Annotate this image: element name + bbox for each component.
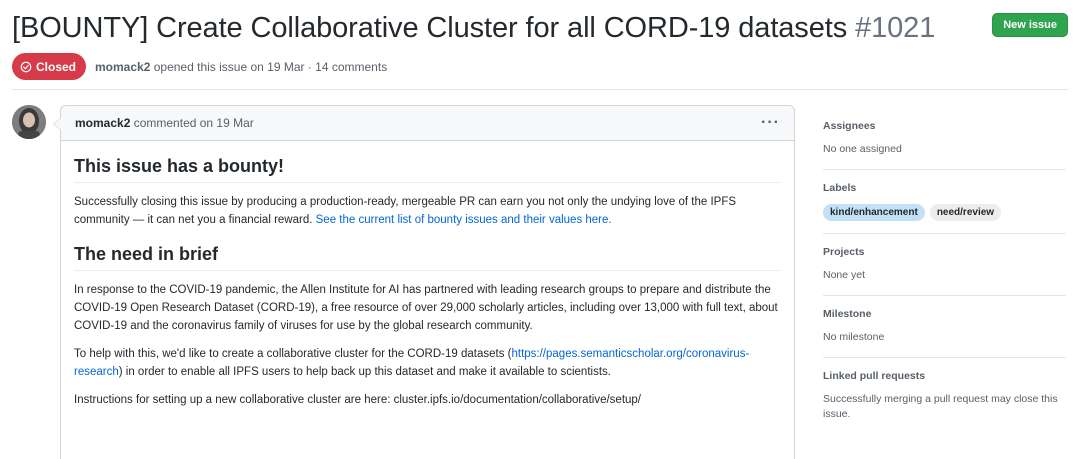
linked-prs-section: Linked pull requests Successfully mergin… bbox=[823, 370, 1066, 434]
projects-section: Projects None yet bbox=[823, 246, 1066, 296]
comment-body: This issue has a bounty! Successfully cl… bbox=[61, 141, 794, 409]
linked-prs-value: Successfully merging a pull request may … bbox=[823, 393, 1058, 420]
kebab-menu-icon[interactable]: ··· bbox=[761, 115, 780, 131]
help-paragraph: To help with this, we'd like to create a… bbox=[74, 345, 781, 381]
bounty-paragraph: Successfully closing this issue by produ… bbox=[74, 193, 781, 229]
help-text-after: ) in order to enable all IPFS users to h… bbox=[118, 366, 611, 378]
issue-title-text: [BOUNTY] Create Collaborative Cluster fo… bbox=[12, 12, 848, 44]
title-row: [BOUNTY] Create Collaborative Cluster fo… bbox=[12, 8, 1068, 48]
issue-title: [BOUNTY] Create Collaborative Cluster fo… bbox=[12, 8, 935, 48]
issue-meta-row: Closed momack2 opened this issue on 19 M… bbox=[12, 53, 1068, 80]
issue-header: [BOUNTY] Create Collaborative Cluster fo… bbox=[12, 8, 1068, 80]
avatar[interactable] bbox=[12, 105, 46, 139]
need-paragraph: In response to the COVID-19 pandemic, th… bbox=[74, 284, 778, 332]
issue-sidebar: Assignees No one assigned Labels kind/en… bbox=[823, 120, 1066, 446]
comment-meta: momack2 commented on 19 Mar bbox=[75, 116, 254, 130]
state-badge: Closed bbox=[12, 53, 87, 80]
issue-number: #1021 bbox=[855, 12, 936, 44]
label-need-review[interactable]: need/review bbox=[929, 204, 1002, 221]
issue-comment: momack2 commented on 19 Mar ··· This iss… bbox=[53, 105, 795, 459]
new-issue-button[interactable]: New issue bbox=[992, 13, 1068, 37]
projects-heading[interactable]: Projects bbox=[823, 246, 1066, 258]
bounty-list-link[interactable]: See the current list of bounty issues an… bbox=[316, 214, 612, 226]
issue-meta-text: opened this issue on 19 Mar · 14 comment… bbox=[153, 59, 388, 74]
assignees-value: No one assigned bbox=[823, 143, 902, 155]
milestone-section: Milestone No milestone bbox=[823, 308, 1066, 358]
need-heading: The need in brief bbox=[74, 242, 781, 271]
label-list: kind/enhancement need/review bbox=[823, 204, 1066, 221]
issue-meta: momack2 opened this issue on 19 Mar · 14… bbox=[95, 60, 387, 74]
header-divider bbox=[12, 89, 1068, 90]
comment-header: momack2 commented on 19 Mar ··· bbox=[61, 106, 794, 141]
projects-value: None yet bbox=[823, 269, 866, 281]
milestone-heading[interactable]: Milestone bbox=[823, 308, 1066, 320]
labels-heading[interactable]: Labels bbox=[823, 182, 1066, 194]
milestone-value: No milestone bbox=[823, 331, 885, 343]
assignees-section: Assignees No one assigned bbox=[823, 120, 1066, 170]
avatar-image bbox=[12, 105, 46, 139]
state-label: Closed bbox=[36, 59, 77, 74]
instructions-paragraph: Instructions for setting up a new collab… bbox=[74, 394, 641, 406]
help-text-before: To help with this, we'd like to create a… bbox=[74, 348, 512, 360]
comment-date[interactable]: commented on 19 Mar bbox=[134, 116, 254, 130]
comment-author-link[interactable]: momack2 bbox=[75, 116, 130, 130]
assignees-heading[interactable]: Assignees bbox=[823, 120, 1066, 132]
linked-prs-heading[interactable]: Linked pull requests bbox=[823, 370, 1066, 382]
labels-section: Labels kind/enhancement need/review bbox=[823, 182, 1066, 234]
bounty-heading: This issue has a bounty! bbox=[74, 154, 781, 183]
issue-closed-icon bbox=[20, 61, 32, 72]
issue-author-link[interactable]: momack2 bbox=[95, 60, 150, 74]
label-kind-enhancement[interactable]: kind/enhancement bbox=[823, 204, 925, 221]
